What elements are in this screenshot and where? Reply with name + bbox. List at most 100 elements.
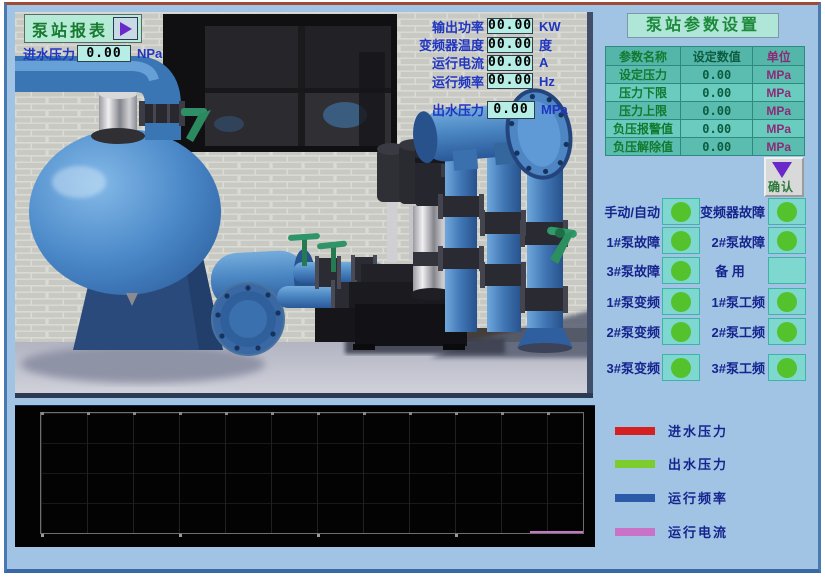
inlet-pressure-value: 0.00: [77, 45, 131, 62]
readout-list: 输出功率 00.00 KW 变频器温度 00.00 度 运行电流 00.00 A…: [402, 17, 575, 91]
status-label: 变频器故障: [695, 202, 765, 221]
settings-table-header: 参数名称 设定数值 单位: [606, 47, 805, 66]
outlet-pressure-unit: MPa: [541, 102, 568, 117]
axis-ticks-bottom: [41, 534, 583, 537]
readout-value: 00.00: [487, 18, 533, 34]
settings-row: 负压解除值 0.00 MPa: [606, 138, 805, 156]
readout-label: 运行电流: [402, 53, 484, 72]
photo-bottom-edge: [15, 393, 593, 398]
setting-value[interactable]: 0.00: [681, 84, 753, 102]
legend-swatch: [615, 460, 655, 468]
confirm-button[interactable]: 确认: [764, 157, 804, 197]
readout-value: 00.00: [487, 37, 533, 53]
readout-row: 运行电流 00.00 A: [402, 54, 575, 72]
readout-unit: A: [539, 55, 575, 70]
lamp-icon: [777, 231, 797, 251]
readout-label: 输出功率: [402, 17, 484, 36]
photo-right-edge: [587, 12, 593, 398]
legend-label: 进水压力: [668, 421, 728, 440]
status-lamp-box: [768, 318, 806, 345]
status-lamp-box: [768, 354, 806, 381]
status-lamp-box: [768, 227, 806, 254]
legend-label: 运行频率: [668, 488, 728, 507]
status-lamp-box: [768, 198, 806, 225]
lamp-icon: [777, 358, 797, 378]
trend-plot-area: [40, 412, 584, 534]
legend-swatch: [615, 494, 655, 502]
setting-name: 负压报警值: [606, 120, 681, 138]
report-button-label: 泵站报表: [32, 17, 108, 41]
status-label: 3#泵故障: [595, 261, 660, 280]
readout-row: 运行频率 00.00 Hz: [402, 72, 575, 90]
settings-row: 压力下限 0.00 MPa: [606, 84, 805, 102]
settings-row: 负压报警值 0.00 MPa: [606, 120, 805, 138]
status-label: 2#泵故障: [695, 232, 765, 251]
play-icon[interactable]: [113, 17, 138, 40]
lamp-icon: [777, 292, 797, 312]
lamp-icon: [671, 261, 691, 281]
status-label: 1#泵工频: [695, 292, 765, 311]
readout-unit: 度: [539, 35, 575, 54]
setting-value[interactable]: 0.00: [681, 66, 753, 84]
status-lamp-box: [768, 288, 806, 315]
setting-unit: MPa: [753, 102, 805, 120]
setting-name: 负压解除值: [606, 138, 681, 156]
hmi-screen: 泵站报表 进水压力 0.00 NPa 输出功率 00.00 KW 变频器温度 0…: [4, 2, 821, 573]
legend-label: 运行电流: [668, 522, 728, 541]
status-label: 备 用: [695, 261, 765, 280]
setting-unit: MPa: [753, 84, 805, 102]
trend-chart-panel: [15, 405, 595, 547]
tank-top-fitting: [91, 89, 145, 144]
lamp-icon: [671, 358, 691, 378]
lamp-icon: [671, 292, 691, 312]
settings-panel-title: 泵站参数设置: [627, 13, 779, 38]
setting-unit: MPa: [753, 66, 805, 84]
lamp-icon: [671, 202, 691, 222]
setting-unit: MPa: [753, 138, 805, 156]
readout-unit: KW: [539, 19, 575, 34]
col-header-unit: 单位: [753, 47, 805, 66]
readout-value: 00.00: [487, 73, 533, 89]
inlet-pressure-unit: NPa: [137, 46, 162, 61]
legend-label: 出水压力: [668, 454, 728, 473]
setting-value[interactable]: 0.00: [681, 120, 753, 138]
inlet-pressure-label: 进水压力: [19, 44, 75, 63]
status-label: 2#泵工频: [695, 322, 765, 341]
axis-ticks-top: [41, 412, 583, 415]
setting-value[interactable]: 0.00: [681, 138, 753, 156]
col-header-value: 设定数值: [681, 47, 753, 66]
legend-item: 运行电流: [615, 522, 728, 541]
tank-shadow: [21, 345, 265, 383]
outlet-pressure-readout: 出水压力 0.00 MPa: [402, 100, 568, 119]
outlet-pressure-value: 0.00: [487, 101, 535, 119]
status-label: 3#泵变频: [595, 358, 660, 377]
confirm-button-label: 确认: [768, 178, 794, 195]
setting-unit: MPa: [753, 120, 805, 138]
legend-item: 进水压力: [615, 421, 728, 440]
inlet-pressure-readout: 进水压力 0.00 NPa: [19, 44, 162, 63]
status-label: 3#泵工频: [695, 358, 765, 377]
confirm-arrow-icon: [772, 162, 792, 178]
lamp-icon: [671, 231, 691, 251]
status-label: 1#泵变频: [595, 292, 660, 311]
pipe-end-flange: [212, 283, 284, 355]
lamp-icon: [777, 322, 797, 342]
readout-unit: Hz: [539, 74, 575, 89]
setting-name: 压力上限: [606, 102, 681, 120]
legend-swatch: [615, 528, 655, 536]
readout-row: 输出功率 00.00 KW: [402, 17, 575, 35]
lamp-icon: [671, 322, 691, 342]
hmi-page: 泵站报表 进水压力 0.00 NPa 输出功率 00.00 KW 变频器温度 0…: [0, 0, 825, 577]
legend-swatch: [615, 427, 655, 435]
status-label: 手动/自动: [595, 202, 660, 221]
setting-value[interactable]: 0.00: [681, 102, 753, 120]
readout-value: 00.00: [487, 55, 533, 71]
settings-row: 设定压力 0.00 MPa: [606, 66, 805, 84]
status-label: 1#泵故障: [595, 232, 660, 251]
setting-name: 压力下限: [606, 84, 681, 102]
legend-item: 出水压力: [615, 454, 728, 473]
legend-item: 运行频率: [615, 488, 728, 507]
settings-table: 参数名称 设定数值 单位 设定压力 0.00 MPa 压力下限 0.00 MPa…: [605, 46, 805, 156]
report-button[interactable]: 泵站报表: [24, 14, 142, 43]
readout-label: 变频器温度: [402, 35, 484, 54]
